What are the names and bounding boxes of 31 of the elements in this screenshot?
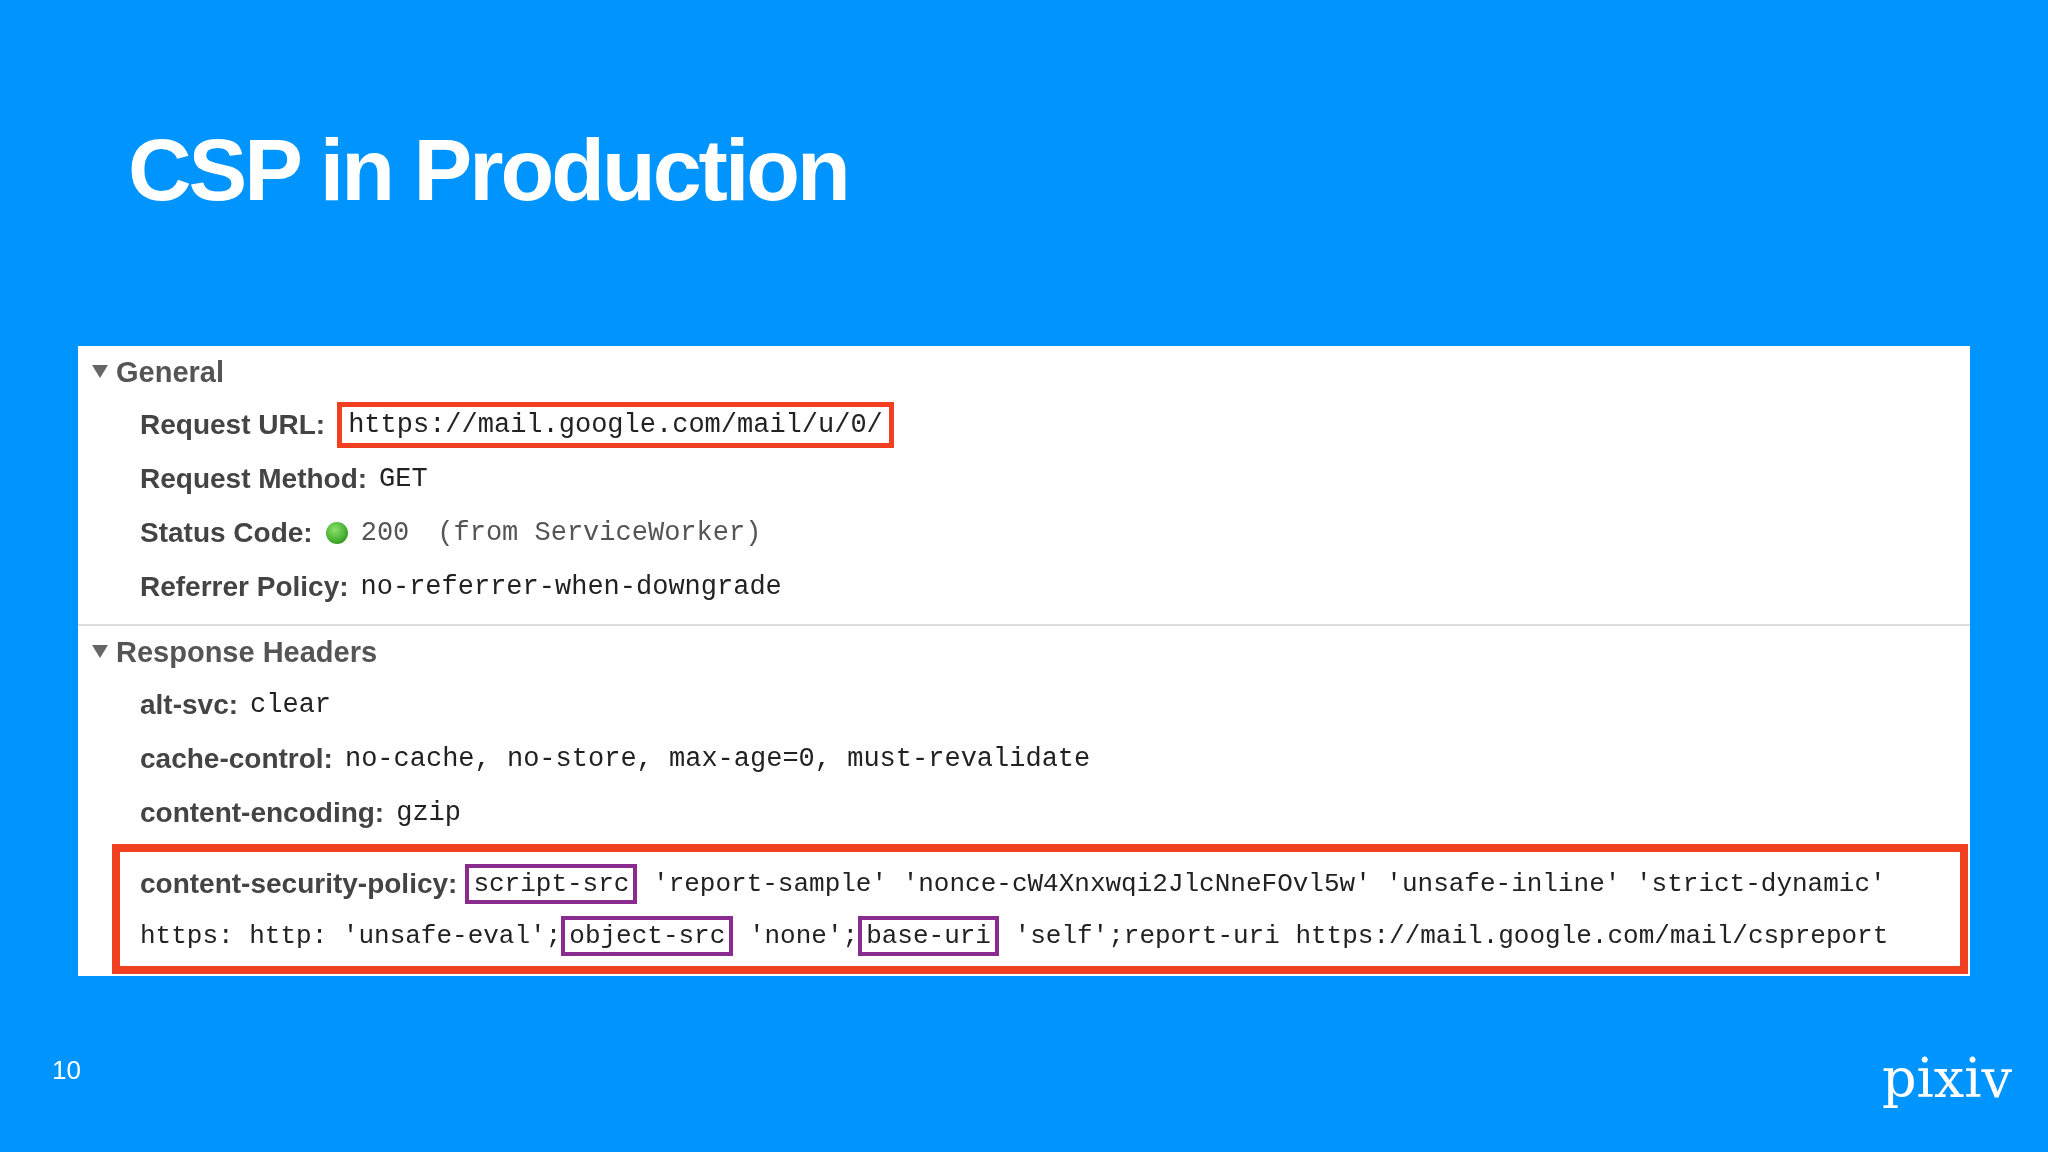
header-name: Status Code: [140, 517, 313, 549]
header-value: gzip [396, 798, 461, 828]
disclosure-triangle-icon[interactable] [92, 645, 108, 659]
logo: pixiv [1881, 1047, 2012, 1110]
header-name: content-security-policy: [140, 868, 458, 900]
header-value: https://mail.google.com/mail/u/0/ [337, 402, 894, 448]
header-value: clear [250, 690, 332, 720]
highlighted-directive: object-src [561, 916, 734, 956]
header-name: Referrer Policy: [140, 571, 349, 603]
header-name: content-encoding: [140, 797, 385, 829]
status-code: 200 [360, 518, 410, 548]
header-value: no-referrer-when-downgrade [360, 572, 782, 602]
header-name: cache-control: [140, 743, 333, 775]
header-name: Request Method: [140, 463, 368, 495]
header-value: 'none'; [747, 921, 859, 951]
slide-title: CSP in Production [128, 119, 849, 221]
highlighted-directive: script-src [465, 864, 638, 904]
status-note: (from ServiceWorker) [437, 518, 762, 548]
header-value: 'report-sample' 'nonce-cW4Xnxwqi2JlcNneFOvl5w' 'unsafe-inline' 'strict-dynamic' [652, 869, 1886, 899]
disclosure-triangle-icon[interactable] [92, 365, 108, 379]
header-value: https: http: 'unsafe-eval'; [140, 921, 562, 951]
page-number: 10 [52, 1055, 81, 1086]
section-title[interactable]: Response Headers [116, 635, 378, 669]
header-value: no-cache, no-store, max-age=0, must-revalidate [344, 744, 1091, 774]
header-name: alt-svc: [140, 689, 239, 721]
header-value: 'self';report-uri https://mail.google.com/mail/cspreport [1013, 921, 1889, 951]
status-dot-icon [324, 521, 349, 545]
header-value: GET [379, 464, 428, 494]
highlighted-directive: base-uri [858, 916, 999, 956]
header-name: Request URL: [140, 409, 326, 441]
section-title[interactable]: General [116, 355, 224, 389]
